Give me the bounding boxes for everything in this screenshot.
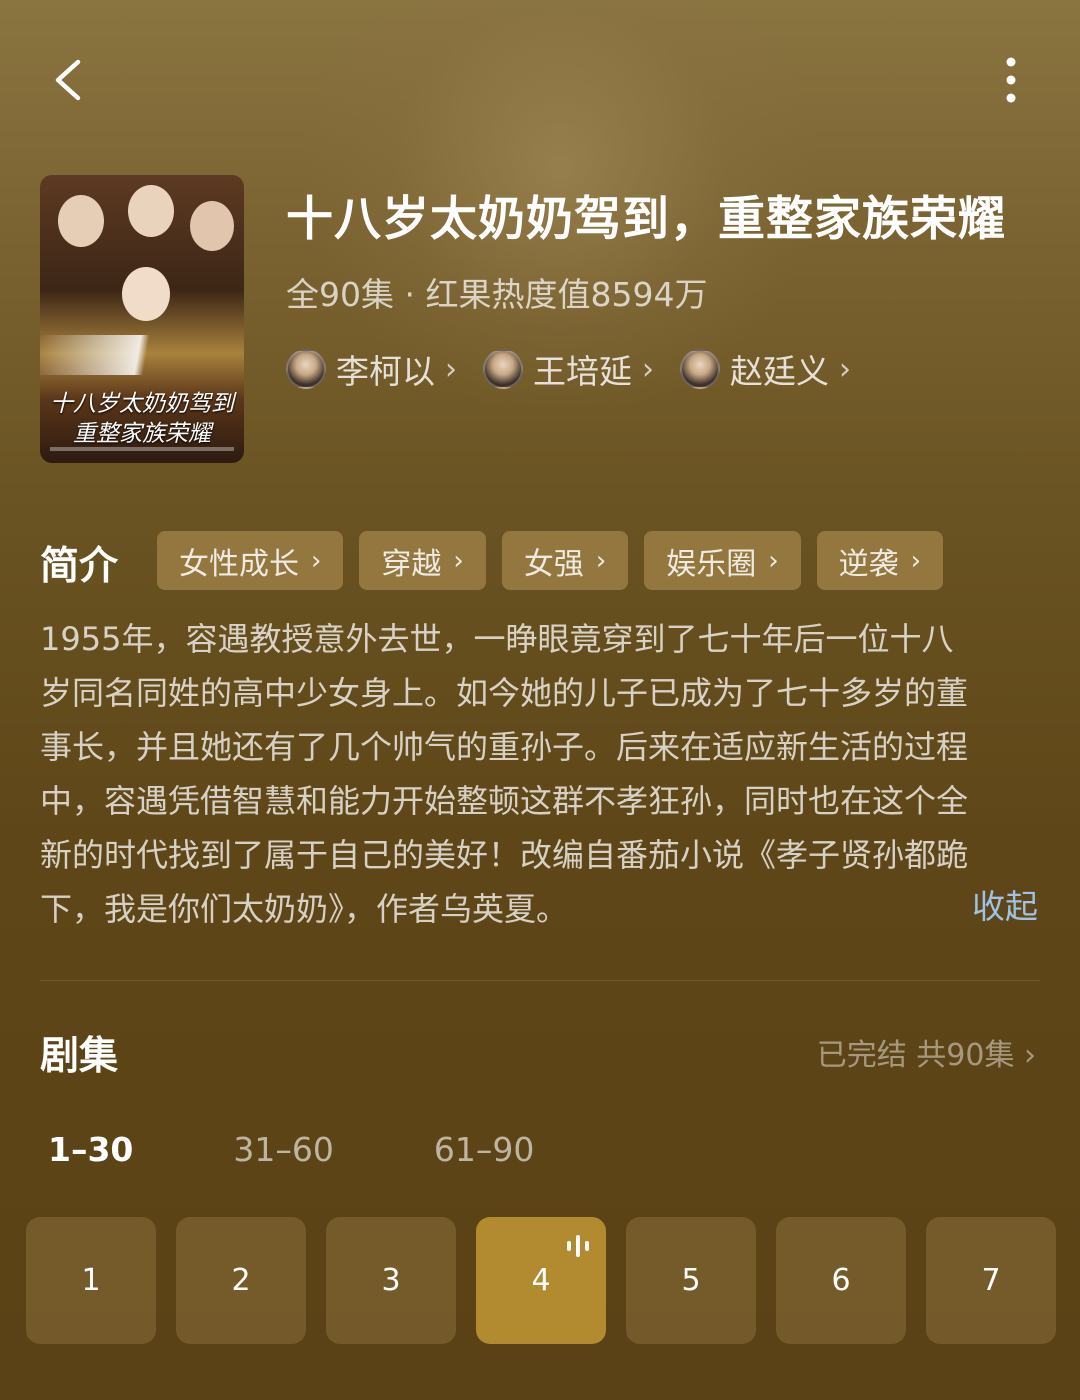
tag-label: 穿越 [381, 546, 442, 582]
more-vertical-icon [1006, 57, 1016, 103]
episode-number: 5 [681, 1263, 701, 1298]
collapse-button[interactable]: 收起 [972, 880, 1038, 928]
chevron-right-icon: › [311, 545, 322, 576]
avatar [286, 349, 326, 389]
drama-meta: 全90集 · 红果热度值8594万 [286, 275, 708, 314]
playing-audio-icon [567, 1235, 589, 1257]
avatar [483, 349, 523, 389]
divider [40, 980, 1040, 981]
actor-name: 李柯以 [336, 352, 435, 391]
drama-title: 十八岁太奶奶驾到，重整家族荣耀 [286, 192, 1006, 247]
cover-figure [190, 201, 234, 251]
tag-chip[interactable]: 女性成长 › [157, 531, 344, 590]
episode-button[interactable]: 5 [626, 1217, 756, 1344]
tag-chip[interactable]: 逆袭 › [816, 531, 944, 590]
cover-figure [58, 195, 104, 247]
actor-item[interactable]: 李柯以 › [286, 345, 457, 393]
actor-name: 王培延 [533, 352, 632, 391]
chevron-right-icon: › [595, 545, 607, 576]
chevron-right-icon: › [910, 545, 922, 576]
episode-button[interactable]: 1 [26, 1217, 156, 1344]
tab-range-1-30[interactable]: 1–30 [48, 1130, 133, 1169]
cover-figure [122, 267, 170, 321]
episodes-status: 已完结 共90集 [816, 1038, 1015, 1073]
synopsis-line: 新的时代找到了属于自己的美好！改编自番茄小说《孝子贤孙都跪 [40, 836, 969, 874]
episode-range-tabs: 1–30 31–60 61–90 [48, 1130, 534, 1169]
episode-number: 1 [81, 1263, 101, 1298]
actor-list: 李柯以 › 王培延 › 赵廷义 › [286, 345, 851, 393]
tag-chip[interactable]: 女强 › [501, 531, 629, 590]
chevron-right-icon: › [642, 351, 654, 387]
actor-item[interactable]: 王培延 › [483, 345, 654, 393]
episode-button[interactable]: 2 [176, 1217, 306, 1344]
more-button[interactable] [986, 52, 1036, 108]
chevron-right-icon: › [445, 351, 457, 387]
drama-cover[interactable]: 十八岁太奶奶驾到 重整家族荣耀 [40, 175, 244, 463]
chevron-right-icon: › [768, 545, 779, 576]
synopsis-line: 下，我是你们太奶奶》，作者乌英夏。 [40, 890, 569, 928]
cover-torn-paper [40, 335, 244, 375]
chevron-right-icon: › [453, 545, 464, 576]
chevron-left-icon [55, 59, 81, 101]
tab-range-61-90[interactable]: 61–90 [434, 1130, 534, 1169]
episode-number: 2 [231, 1263, 251, 1298]
episodes-heading: 剧集 [40, 1034, 119, 1079]
avatar [680, 349, 720, 389]
cover-fine-print [50, 447, 234, 451]
actor-name: 赵廷义 [730, 352, 829, 391]
tab-range-31-60[interactable]: 31–60 [233, 1130, 333, 1169]
synopsis-line: 中，容遇凭借智慧和能力开始整顿这群不孝狂孙，同时也在这个全 [40, 782, 969, 820]
cover-figure [128, 185, 174, 237]
episode-button[interactable]: 7 [926, 1217, 1056, 1344]
tag-chip[interactable]: 娱乐圈 › [644, 531, 801, 590]
episode-number: 3 [381, 1263, 401, 1298]
cover-title: 十八岁太奶奶驾到 重整家族荣耀 [50, 391, 234, 447]
tag-label: 娱乐圈 [666, 546, 757, 582]
episode-grid: 1 2 3 4 5 6 7 [26, 1217, 1056, 1344]
tag-label: 逆袭 [838, 546, 899, 582]
chevron-right-icon: › [1024, 1038, 1036, 1073]
synopsis-text: 1955年，容遇教授意外去世，一睁眼竟穿到了七十年后一位十八 岁同名同姓的高中少… [40, 612, 1040, 936]
episode-button[interactable]: 3 [326, 1217, 456, 1344]
actor-item[interactable]: 赵廷义 › [680, 345, 851, 393]
episode-number: 6 [831, 1263, 851, 1298]
top-bar [0, 0, 1080, 160]
synopsis-line: 事长，并且她还有了几个帅气的重孙子。后来在适应新生活的过程 [40, 728, 969, 766]
episodes-status-link[interactable]: 已完结 共90集 › [817, 1030, 1036, 1074]
synopsis-line: 岁同名同姓的高中少女身上。如今她的儿子已成为了七十多岁的董 [40, 674, 969, 712]
synopsis-line: 1955年，容遇教授意外去世，一睁眼竟穿到了七十年后一位十八 [40, 620, 954, 658]
episode-number: 4 [531, 1263, 551, 1298]
tag-chip[interactable]: 穿越 › [359, 531, 486, 590]
back-button[interactable] [44, 52, 100, 108]
tag-label: 女性成长 [179, 546, 299, 582]
intro-heading: 简介 [40, 544, 119, 589]
tag-label: 女强 [523, 546, 584, 582]
episode-number: 7 [981, 1263, 1001, 1298]
episode-button-current[interactable]: 4 [476, 1217, 606, 1344]
chevron-right-icon: › [839, 351, 851, 387]
episode-button[interactable]: 6 [776, 1217, 906, 1344]
tag-list: 女性成长 › 穿越 › 女强 › 娱乐圈 › 逆袭 › [157, 531, 944, 590]
